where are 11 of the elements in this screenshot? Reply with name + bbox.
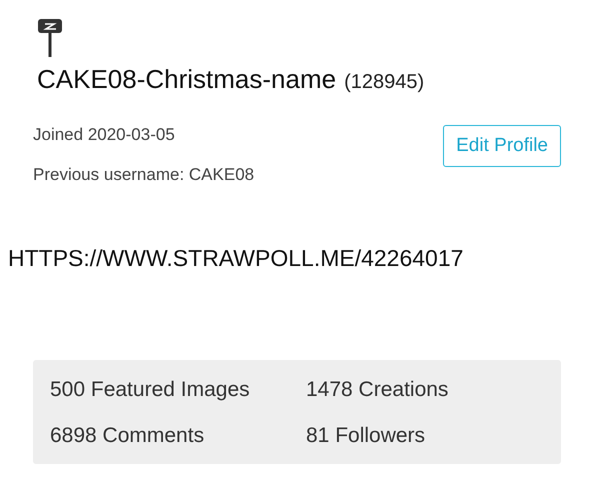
edit-profile-button[interactable]: Edit Profile <box>443 125 561 167</box>
joined-date: Joined 2020-03-05 <box>33 125 176 145</box>
stat-text: 500 Featured Images <box>50 378 251 402</box>
stat-text: 1478 Creations <box>306 378 450 402</box>
stat-text: 81 Followers <box>306 424 426 448</box>
stat-text: 6898 Comments <box>50 424 206 448</box>
previous-username: Previous username: CAKE08 <box>33 165 254 185</box>
username: CAKE08-Christmas-name <box>37 64 336 95</box>
sign-icon <box>37 18 63 58</box>
points: (128945) <box>344 71 424 94</box>
url-text: HTTPS://WWW.STRAWPOLL.ME/42264017 <box>8 245 464 272</box>
